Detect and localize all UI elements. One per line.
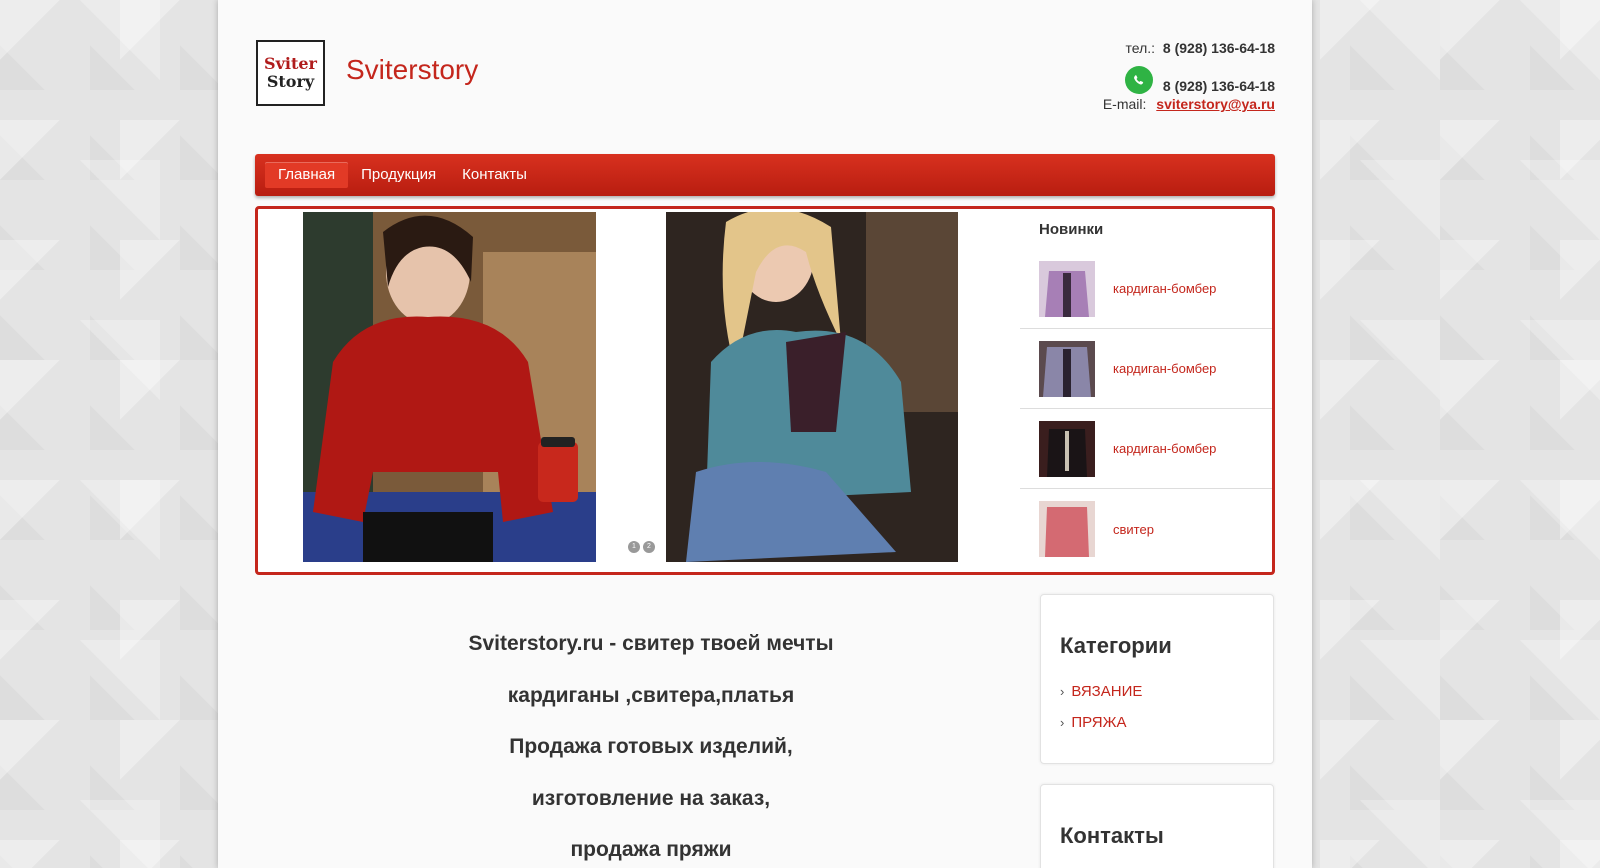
whatsapp-row: 8 (928) 136-64-18 xyxy=(1103,58,1275,94)
novelty-item[interactable]: свитер xyxy=(1020,489,1272,569)
site-logo[interactable]: Sviter Story xyxy=(256,40,325,106)
main-text-line: изготовление на заказ, xyxy=(531,786,771,810)
main-content: Sviterstory.ru - свитер твоей мечты кард… xyxy=(298,618,1004,868)
slider-pagination: 1 2 xyxy=(628,541,655,553)
novelty-label[interactable]: кардиган-бомбер xyxy=(1113,441,1216,456)
main-heading: Sviterstory.ru - свитер твоей мечты xyxy=(468,632,834,655)
novelty-item[interactable]: кардиган-бомбер xyxy=(1020,329,1272,409)
email-label: E-mail: xyxy=(1102,96,1147,112)
nav-item-products[interactable]: Продукция xyxy=(348,162,449,188)
category-item[interactable]: › ВЯЗАНИЕ xyxy=(1060,676,1273,707)
novelty-item[interactable]: кардиган-бомбер xyxy=(1020,249,1272,329)
novelties-panel: Новинки кардиган-бомбер кардиган-бомбер xyxy=(1020,209,1272,572)
logo-text-line1: Sviter xyxy=(264,54,317,73)
chevron-right-icon: › xyxy=(1060,715,1065,730)
main-text-line: Продажа готовых изделий, xyxy=(509,735,793,758)
categories-list: › ВЯЗАНИЕ › ПРЯЖА xyxy=(1060,676,1273,738)
slider-photo-blue-cardigan[interactable] xyxy=(666,212,958,562)
novelty-thumb[interactable] xyxy=(1039,420,1095,477)
main-nav: Главная Продукция Контакты xyxy=(255,154,1275,196)
contacts-box: Контакты xyxy=(1040,784,1274,868)
categories-title: Категории xyxy=(1060,633,1172,658)
logo-text-line2: Story xyxy=(266,72,315,91)
chevron-right-icon: › xyxy=(1060,684,1065,699)
phone-row: тел.: 8 (928) 136-64-18 xyxy=(1103,38,1276,58)
site-title[interactable]: Sviterstory xyxy=(346,54,478,86)
slider-dot-1[interactable]: 1 xyxy=(628,541,640,553)
novelty-label[interactable]: свитер xyxy=(1113,522,1154,537)
contacts-title: Контакты xyxy=(1060,823,1164,848)
categories-box: Категории › ВЯЗАНИЕ › ПРЯЖА xyxy=(1040,594,1274,764)
nav-item-contacts[interactable]: Контакты xyxy=(449,162,540,188)
category-label[interactable]: ВЯЗАНИЕ xyxy=(1071,683,1142,700)
header-contacts: тел.: 8 (928) 136-64-18 8 (928) 136-64-1… xyxy=(1103,38,1275,114)
category-item[interactable]: › ПРЯЖА xyxy=(1060,707,1273,738)
whatsapp-number: 8 (928) 136-64-18 xyxy=(1162,78,1275,94)
category-label[interactable]: ПРЯЖА xyxy=(1071,714,1126,731)
showcase-panel: 1 2 Новинки кардиган-бомбер кардиган-бом… xyxy=(255,206,1275,575)
phone-label: тел.: xyxy=(1125,40,1156,56)
novelty-thumb[interactable] xyxy=(1039,340,1095,397)
main-text-line: продажа пряжи xyxy=(570,838,732,861)
page-container: Sviter Story Sviterstory тел.: 8 (928) 1… xyxy=(218,0,1312,868)
email-row: E-mail: sviterstory@ya.ru xyxy=(1103,94,1275,114)
slider-photo-red-sweater[interactable] xyxy=(303,212,596,562)
novelty-item[interactable]: кардиган-бомбер xyxy=(1020,409,1272,489)
slider-dot-2[interactable]: 2 xyxy=(643,541,655,553)
phone-number: 8 (928) 136-64-18 xyxy=(1162,40,1275,56)
novelties-title: Новинки xyxy=(1039,221,1104,238)
novelty-label[interactable]: кардиган-бомбер xyxy=(1113,361,1216,376)
email-link[interactable]: sviterstory@ya.ru xyxy=(1156,96,1275,112)
novelty-thumb[interactable] xyxy=(1039,260,1095,317)
novelty-thumb[interactable] xyxy=(1039,501,1095,557)
nav-item-home[interactable]: Главная xyxy=(265,162,349,188)
main-text-line: кардиганы ,свитера,платья xyxy=(507,683,795,707)
whatsapp-icon xyxy=(1124,66,1153,94)
novelty-label[interactable]: кардиган-бомбер xyxy=(1113,281,1216,296)
